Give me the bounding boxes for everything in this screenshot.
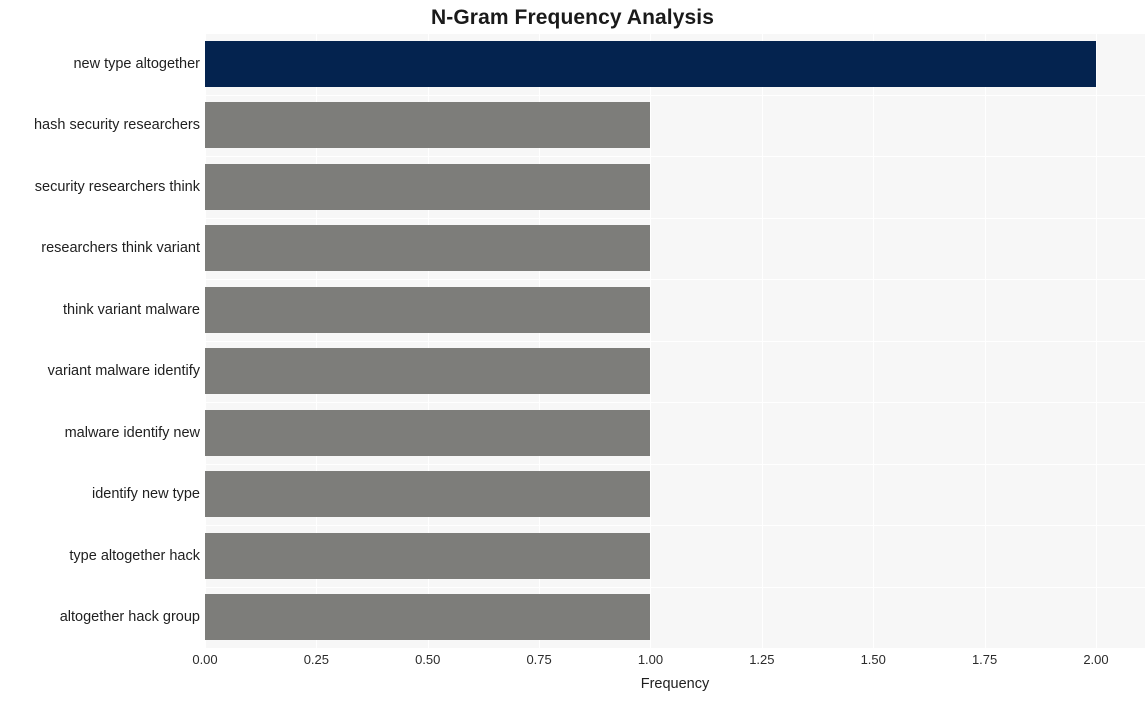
horizontal-gridline <box>205 402 1145 403</box>
horizontal-gridline <box>205 525 1145 526</box>
bar[interactable] <box>205 471 650 517</box>
bar[interactable] <box>205 348 650 394</box>
y-axis-tick-label: researchers think variant <box>41 240 200 256</box>
ngram-frequency-chart: N-Gram Frequency Analysis new type altog… <box>0 0 1145 701</box>
x-axis-tick-label: 2.00 <box>1083 652 1109 667</box>
bar[interactable] <box>205 410 650 456</box>
x-axis-tick-label: 0.00 <box>192 652 218 667</box>
bar[interactable] <box>205 102 650 148</box>
x-axis-tick-label: 0.50 <box>415 652 441 667</box>
y-axis-tick-label: altogether hack group <box>59 609 200 625</box>
bar[interactable] <box>205 225 650 271</box>
x-axis-tick-label: 1.50 <box>860 652 886 667</box>
horizontal-gridline <box>205 95 1145 96</box>
y-axis-tick-label: identify new type <box>91 486 200 502</box>
y-axis-tick-label: type altogether hack <box>69 548 200 564</box>
horizontal-gridline <box>205 279 1145 280</box>
bar[interactable] <box>205 287 650 333</box>
x-axis-tick-label: 1.00 <box>637 652 664 667</box>
x-axis-tick-label: 1.25 <box>749 652 775 667</box>
y-axis-tick-label: hash security researchers <box>33 117 200 133</box>
y-axis-tick-label: variant malware identify <box>47 363 200 379</box>
bar[interactable] <box>205 594 650 640</box>
x-axis-tick-label: 0.25 <box>303 652 330 667</box>
y-axis-tick-label: new type altogether <box>73 56 200 72</box>
bar[interactable] <box>205 533 650 579</box>
horizontal-gridline <box>205 464 1145 465</box>
horizontal-gridline <box>205 33 1145 34</box>
chart-title: N-Gram Frequency Analysis <box>431 6 714 29</box>
horizontal-gridline <box>205 341 1145 342</box>
y-axis-tick-label: think variant malware <box>63 302 200 318</box>
y-axis-tick-label: security researchers think <box>34 179 200 195</box>
x-axis-title: Frequency <box>640 676 710 692</box>
bar[interactable] <box>205 41 1096 87</box>
horizontal-gridline <box>205 218 1145 219</box>
horizontal-gridline <box>205 587 1145 588</box>
horizontal-gridline <box>205 156 1145 157</box>
x-axis-tick-label: 0.75 <box>526 652 552 667</box>
x-axis-tick-label: 1.75 <box>971 652 998 667</box>
y-axis-tick-label: malware identify new <box>64 425 200 441</box>
plot-area <box>205 33 1145 648</box>
bar[interactable] <box>205 164 650 210</box>
